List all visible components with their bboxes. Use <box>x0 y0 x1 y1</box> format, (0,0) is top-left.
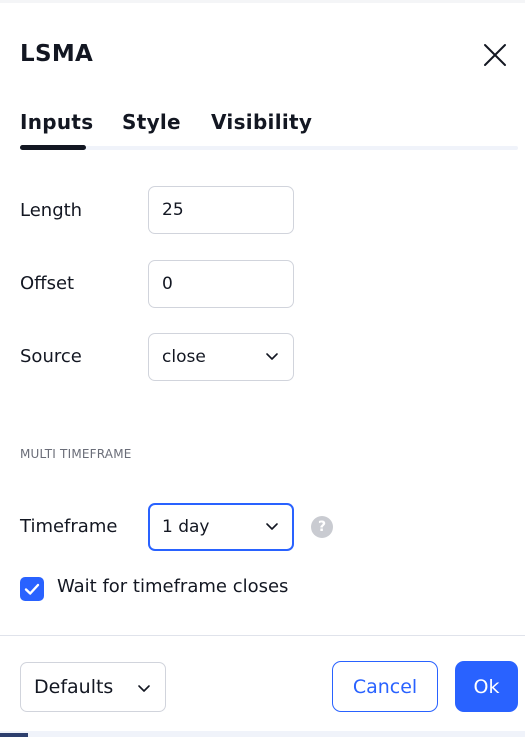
chevron-down-icon <box>266 523 278 530</box>
tab-bar: Inputs Style Visibility <box>20 110 518 154</box>
tab-style[interactable]: Style <box>122 110 181 134</box>
wait-for-close-label[interactable]: Wait for timeframe closes <box>57 576 288 597</box>
tab-track <box>20 146 518 150</box>
defaults-dropdown[interactable]: Defaults <box>20 662 166 712</box>
timeframe-value: 1 day <box>162 517 210 537</box>
source-value: close <box>162 347 206 367</box>
chevron-down-icon <box>266 353 278 360</box>
length-value: 25 <box>162 200 184 220</box>
section-header-multi-timeframe: MULTI TIMEFRAME <box>20 447 132 461</box>
bottom-strip <box>0 731 525 737</box>
offset-input[interactable]: 0 <box>148 260 294 308</box>
indicator-settings-dialog: LSMA Inputs Style Visibility Length 25 O… <box>0 0 525 737</box>
timeframe-label: Timeframe <box>20 516 118 537</box>
ok-label: Ok <box>473 675 500 698</box>
length-input[interactable]: 25 <box>148 186 294 234</box>
ok-button[interactable]: Ok <box>455 661 518 712</box>
close-icon <box>484 44 506 66</box>
source-label: Source <box>20 346 82 367</box>
timeframe-select[interactable]: 1 day <box>148 503 294 551</box>
source-select[interactable]: close <box>148 333 294 381</box>
defaults-label: Defaults <box>34 676 114 698</box>
cancel-label: Cancel <box>352 675 418 698</box>
length-label: Length <box>20 200 83 221</box>
bottom-strip-accent <box>0 733 28 737</box>
tab-visibility[interactable]: Visibility <box>211 110 312 134</box>
top-divider <box>0 0 525 3</box>
footer-divider <box>0 635 525 636</box>
chevron-down-icon <box>138 685 150 692</box>
active-tab-indicator <box>20 145 86 150</box>
dialog-title: LSMA <box>20 41 94 67</box>
checkmark-icon <box>24 583 40 595</box>
wait-for-close-checkbox[interactable] <box>20 577 44 601</box>
question-icon[interactable]: ? <box>311 516 333 538</box>
cancel-button[interactable]: Cancel <box>332 661 438 712</box>
offset-label: Offset <box>20 273 75 294</box>
tab-inputs[interactable]: Inputs <box>20 110 94 134</box>
close-button[interactable] <box>480 40 510 70</box>
offset-value: 0 <box>162 274 173 294</box>
